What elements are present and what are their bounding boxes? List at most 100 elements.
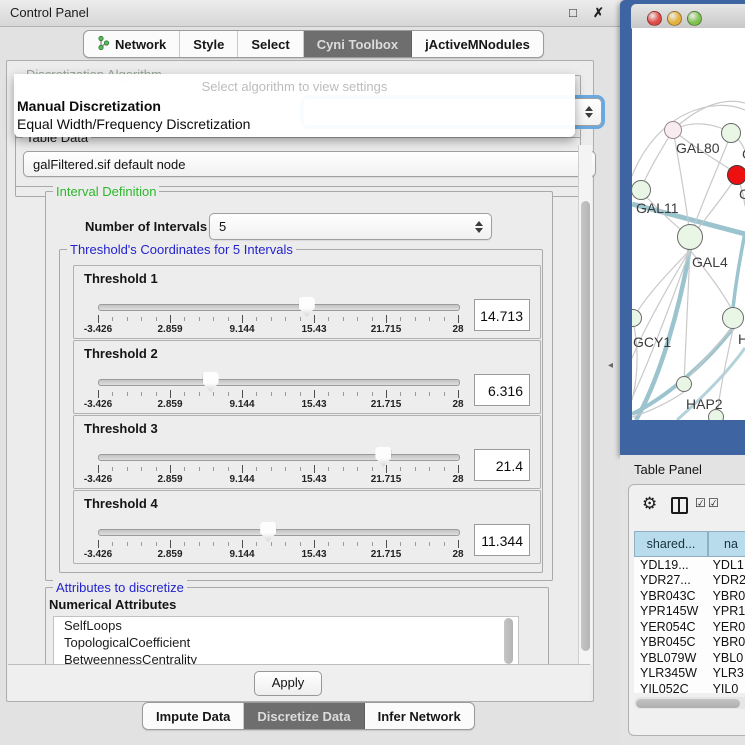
tab-infer-network[interactable]: Infer Network xyxy=(365,703,474,729)
column-layout-icon[interactable] xyxy=(671,497,688,514)
network-node-label: GAL11 xyxy=(636,200,679,216)
panel-scrollbar-thumb[interactable] xyxy=(581,201,590,651)
num-intervals-value: 5 xyxy=(219,219,226,234)
close-icon[interactable]: ✗ xyxy=(593,5,604,21)
panel-divider-arrow-icon[interactable]: ◂ xyxy=(608,360,613,371)
numerical-attributes-list[interactable]: SelfLoopsTopologicalCoefficientBetweenne… xyxy=(53,616,519,666)
threshold-label: Threshold 4 xyxy=(84,496,158,511)
checkbox-icon[interactable]: ☑ xyxy=(695,496,706,510)
table-column-header[interactable]: na xyxy=(708,531,745,557)
slider-ticks xyxy=(98,390,458,398)
slider-tick-labels: -3.4262.8599.14415.4321.71528 xyxy=(98,324,458,335)
threshold-value-field[interactable]: 6.316 xyxy=(474,374,530,406)
algorithm-option-equal-width-frequency-discretization[interactable]: Equal Width/Frequency Discretization xyxy=(17,116,250,132)
panel-scrollbar[interactable] xyxy=(578,145,592,664)
threshold-label: Threshold 1 xyxy=(84,271,158,286)
network-node[interactable] xyxy=(676,376,692,392)
table-row[interactable]: YLR345WYLR3 xyxy=(634,666,745,682)
table-column-header[interactable]: shared... xyxy=(634,531,708,557)
slider-track[interactable] xyxy=(98,379,460,386)
threshold-box-2: Threshold 2 -3.4262.8599.14415.4321.71528… xyxy=(73,340,541,414)
network-node[interactable] xyxy=(677,224,703,250)
table-data-selected: galFiltered.sif default node xyxy=(33,157,185,172)
network-node[interactable] xyxy=(632,180,651,200)
bottom-tab-bar: Impute Data Discretize Data Infer Network xyxy=(142,702,475,730)
table-row[interactable]: YBR045CYBR0 xyxy=(634,635,745,651)
table-data-combobox[interactable]: galFiltered.sif default node xyxy=(23,151,596,177)
tab-discretize-data[interactable]: Discretize Data xyxy=(244,703,364,729)
table-rows[interactable]: YDL19...YDL1YDR27...YDR2YBR043CYBR0YPR14… xyxy=(634,557,745,693)
slider-track[interactable] xyxy=(98,304,460,311)
mac-minimize-light[interactable] xyxy=(667,11,682,26)
threshold-value-field[interactable]: 14.713 xyxy=(474,299,530,331)
network-node[interactable] xyxy=(721,123,741,143)
mac-close-light[interactable] xyxy=(647,11,662,26)
table-row[interactable]: YDR27...YDR2 xyxy=(634,573,745,589)
gear-icon[interactable]: ⚙ xyxy=(642,494,657,514)
threshold-value-field[interactable]: 11.344 xyxy=(474,524,530,556)
tab-label: jActiveMNodules xyxy=(425,37,530,52)
attributes-scrollbar[interactable] xyxy=(504,618,513,664)
cyni-toolbox-panel: Discretization Algorithm Table Data galF… xyxy=(6,60,594,702)
tab-network[interactable]: Network xyxy=(84,31,180,57)
network-edge[interactable] xyxy=(733,233,745,308)
tab-impute-data[interactable]: Impute Data xyxy=(143,703,244,729)
dropdown-hint: Select algorithm to view settings xyxy=(14,79,575,94)
network-canvas[interactable]: GAL80GACGAL11GAL4GCY1HHAP2 xyxy=(632,28,745,420)
network-node[interactable] xyxy=(664,121,682,139)
algorithm-option-manual-discretization[interactable]: Manual Discretization xyxy=(17,98,161,114)
table-row[interactable]: YDL19...YDL1 xyxy=(634,557,745,573)
slider-track[interactable] xyxy=(98,529,460,536)
combo-stepper-icon xyxy=(585,106,594,118)
tab-style[interactable]: Style xyxy=(180,31,238,57)
table-hscrollbar[interactable] xyxy=(634,697,745,709)
control-panel-titlebar: Control Panel □ ✗ xyxy=(0,0,620,27)
table-row[interactable]: YPR145WYPR1 xyxy=(634,604,745,620)
checkbox-icon[interactable]: ☑ xyxy=(708,496,719,510)
attribute-item[interactable]: TopologicalCoefficient xyxy=(54,634,518,651)
network-view-titlebar[interactable] xyxy=(631,4,745,29)
slider-tick-labels: -3.4262.8599.14415.4321.71528 xyxy=(98,399,458,410)
slider-ticks xyxy=(98,465,458,473)
slider-track[interactable] xyxy=(98,454,460,461)
table-cell: YPR145W xyxy=(634,604,707,618)
table-row[interactable]: YBL079WYBL0 xyxy=(634,650,745,666)
threshold-box-3: Threshold 3-3.4262.8599.14415.4321.71528… xyxy=(73,415,541,489)
table-panel-title: Table Panel xyxy=(634,462,702,477)
table-cell: YBR045C xyxy=(634,635,707,649)
table-row[interactable]: YER054CYER0 xyxy=(634,619,745,635)
slider-thumb[interactable] xyxy=(299,297,315,317)
float-window-icon[interactable]: □ xyxy=(569,5,577,20)
tab-select[interactable]: Select xyxy=(238,31,303,57)
apply-strip: Apply xyxy=(8,664,590,701)
attributes-group-title: Attributes to discretize xyxy=(53,580,187,595)
panel-title: Control Panel xyxy=(10,5,89,20)
mac-zoom-light[interactable] xyxy=(687,11,702,26)
table-cell: YDR27... xyxy=(634,573,707,587)
table-cell: YIL0 xyxy=(707,682,745,693)
network-view-window[interactable]: GAL80GACGAL11GAL4GCY1HHAP2 xyxy=(620,0,745,455)
combo-stepper-icon xyxy=(475,221,484,233)
table-row[interactable]: YBR043CYBR0 xyxy=(634,588,745,604)
slider-thumb[interactable] xyxy=(375,447,391,467)
network-node-label: H xyxy=(738,331,745,347)
table-cell: YBL0 xyxy=(707,651,745,665)
table-row[interactable]: YIL052CYIL0 xyxy=(634,681,745,693)
num-intervals-combobox[interactable]: 5 xyxy=(209,213,492,240)
table-cell: YLR345W xyxy=(634,666,707,680)
tab-cyni-toolbox[interactable]: Cyni Toolbox xyxy=(304,31,412,57)
network-node[interactable] xyxy=(722,307,744,329)
apply-button[interactable]: Apply xyxy=(254,671,322,696)
network-edge[interactable] xyxy=(641,130,673,189)
threshold-value-field[interactable]: 21.4 xyxy=(474,449,530,481)
slider-thumb[interactable] xyxy=(203,372,219,392)
network-node-label: GAL4 xyxy=(692,254,728,270)
attribute-item[interactable]: SelfLoops xyxy=(54,617,518,634)
tab-jactivemnodules[interactable]: jActiveMNodules xyxy=(412,31,543,57)
table-hscrollbar-thumb[interactable] xyxy=(636,699,740,708)
tab-label: Discretize Data xyxy=(257,709,350,724)
threshold-box-1: Threshold 1 -3.4262.8599.14415.4321.71528… xyxy=(73,265,541,339)
threshold-label: Threshold 2 xyxy=(84,346,158,361)
slider-thumb[interactable] xyxy=(260,522,276,542)
network-node[interactable] xyxy=(727,165,745,185)
